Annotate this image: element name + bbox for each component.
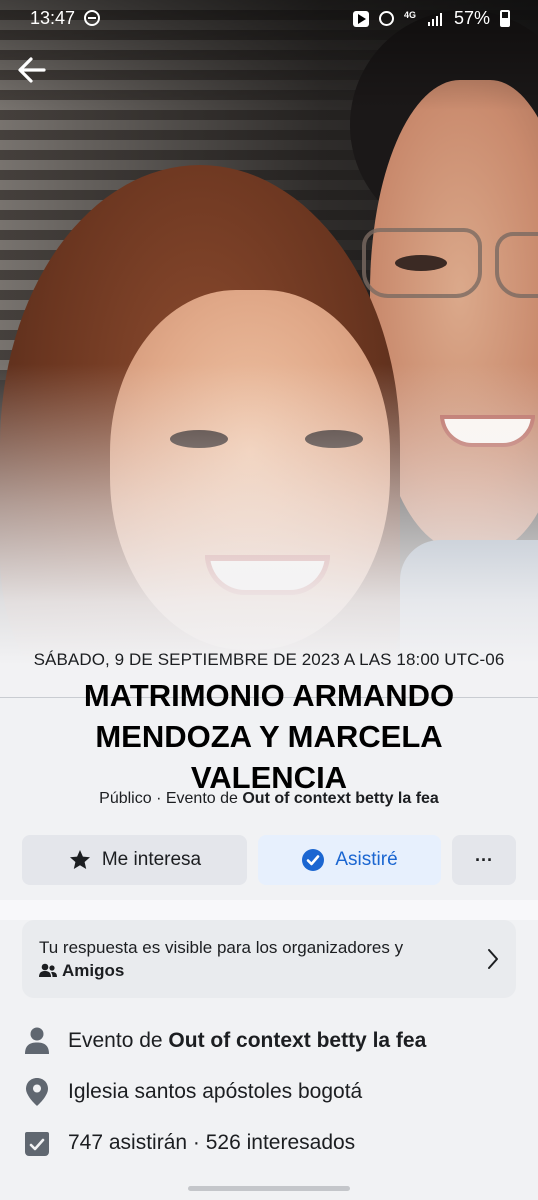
cover-photo: [0, 0, 538, 700]
signal-icon: [427, 12, 444, 26]
network-type-icon: 4G: [403, 9, 416, 20]
friends-icon: [39, 963, 57, 977]
status-bar: 13:47 4G 57%: [0, 0, 538, 36]
arrow-left-icon: [18, 57, 46, 83]
star-icon: [69, 850, 90, 869]
visibility-text: Tu respuesta es visible para los organiz…: [39, 938, 404, 957]
person-icon: [25, 1027, 49, 1054]
event-date: SÁBADO, 9 DE SEPTIEMBRE DE 2023 A LAS 18…: [33, 650, 505, 669]
detail-row-attendance[interactable]: 747 asistirán · 526 interesados: [22, 1126, 516, 1160]
alarm-icon: [378, 11, 394, 26]
event-privacy: Público · Evento de: [99, 790, 243, 807]
detail-row-host[interactable]: Evento de Out of context betty la fea: [22, 1024, 516, 1058]
detail-row-location[interactable]: Iglesia santos apóstoles bogotá: [22, 1075, 516, 1109]
going-label: Asistiré: [335, 849, 398, 870]
attendance-text: 747 asistirán · 526 interesados: [68, 1131, 356, 1154]
back-button[interactable]: [14, 52, 54, 88]
battery-icon: [500, 10, 510, 27]
interested-button[interactable]: Me interesa: [22, 835, 247, 885]
more-icon: ···: [475, 849, 493, 870]
more-options-button[interactable]: ···: [452, 835, 516, 885]
chevron-right-icon: [488, 949, 498, 969]
calendar-check-icon: [25, 1132, 49, 1156]
location-pin-icon: [26, 1078, 48, 1106]
host-prefix: Evento de: [68, 1029, 169, 1052]
visibility-audience: Amigos: [62, 961, 125, 980]
battery-percent: 57%: [453, 8, 490, 28]
check-circle-icon: [302, 849, 325, 871]
host-name[interactable]: Out of context betty la fea: [168, 1029, 426, 1053]
event-meta: Público · Evento de Out of context betty…: [0, 790, 538, 808]
going-button[interactable]: Asistiré: [258, 835, 441, 885]
event-host-link[interactable]: Out of context betty la fea: [242, 790, 438, 807]
home-indicator[interactable]: [188, 1186, 350, 1191]
do-not-disturb-icon: [84, 10, 100, 26]
interested-label: Me interesa: [101, 849, 202, 870]
response-visibility-card[interactable]: Tu respuesta es visible para los organiz…: [22, 920, 516, 998]
status-time: 13:47: [30, 8, 76, 28]
location-text: Iglesia santos apóstoles bogotá: [68, 1080, 363, 1103]
event-title: MATRIMONIO ARMANDO MENDOZA Y MARCELA VAL…: [83, 678, 455, 795]
youtube-icon: [352, 10, 369, 27]
